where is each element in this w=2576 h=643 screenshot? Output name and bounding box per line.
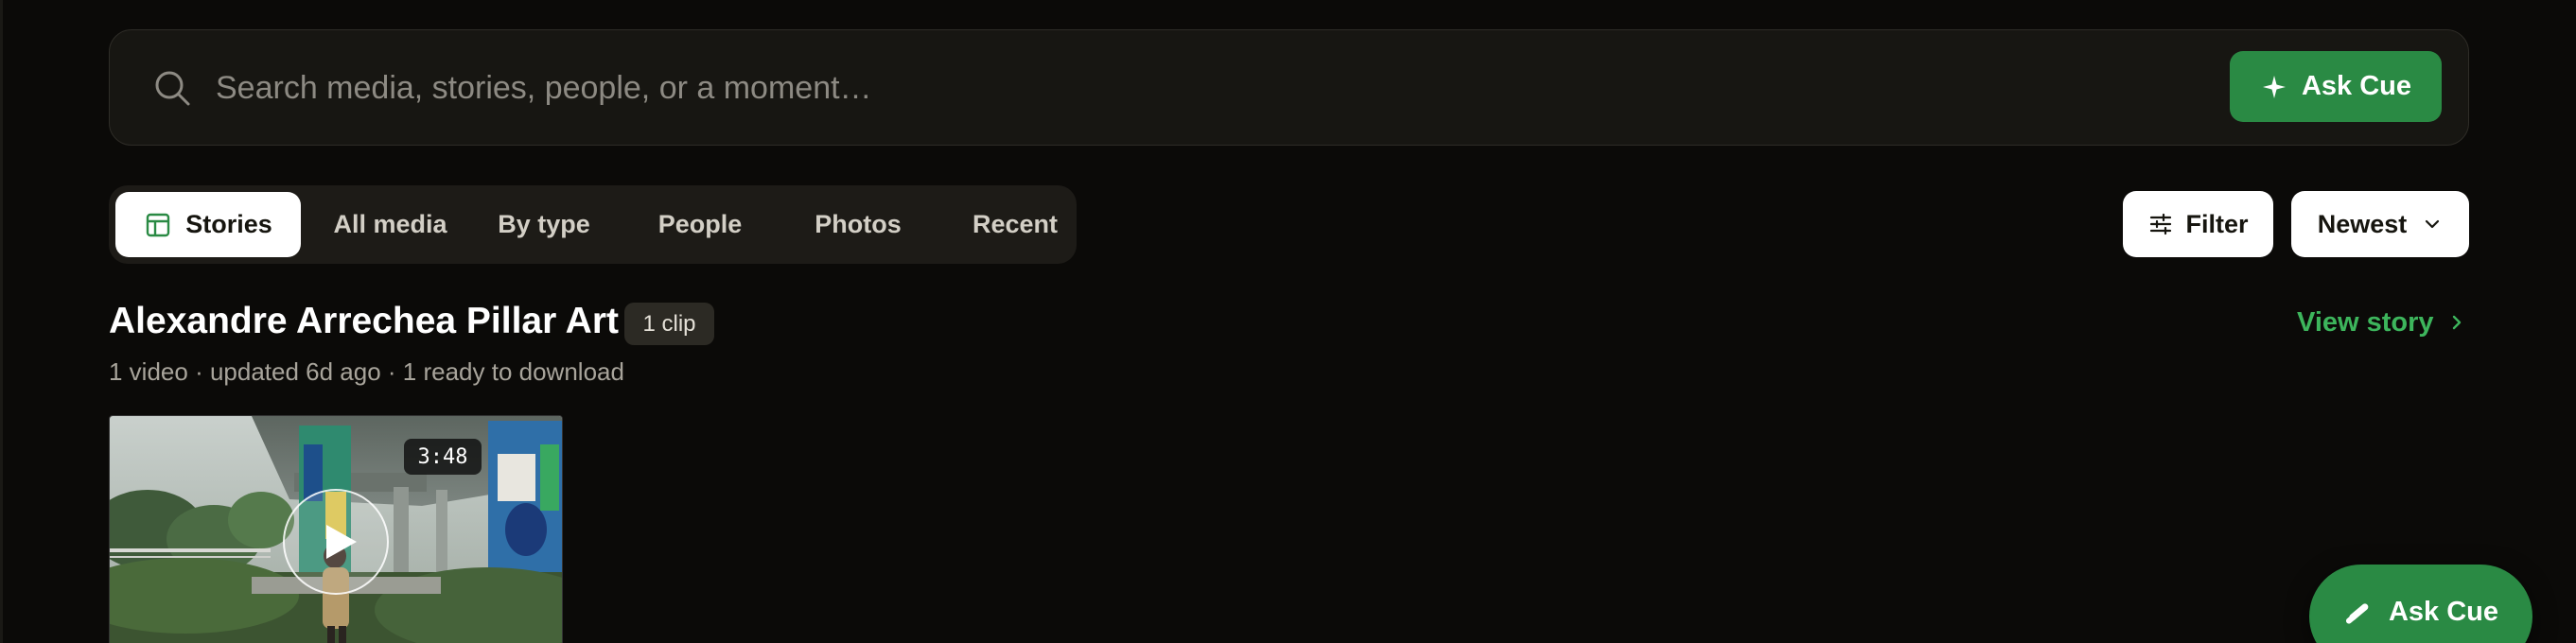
ask-cue-label: Ask Cue bbox=[2301, 71, 2412, 101]
chevron-down-icon bbox=[2426, 219, 2440, 229]
filter-button[interactable]: Filter bbox=[2123, 191, 2273, 257]
tab-label: Photos bbox=[815, 210, 902, 238]
left-edge-divider bbox=[0, 0, 3, 643]
search-bar: Ask Cue bbox=[109, 29, 2469, 146]
tab-recent[interactable]: Recent bbox=[954, 192, 1077, 257]
tab-label: By type bbox=[498, 210, 590, 238]
view-story-label: View story bbox=[2297, 306, 2434, 338]
clip-count-badge: 1 clip bbox=[624, 303, 714, 345]
story-title: Alexandre Arrechea Pillar Art bbox=[109, 301, 620, 341]
magic-wand-icon bbox=[2345, 603, 2369, 624]
duration-badge: 3:48 bbox=[404, 439, 482, 475]
ask-cue-button[interactable]: Ask Cue bbox=[2230, 51, 2442, 122]
sort-label: Newest bbox=[2317, 209, 2408, 238]
sort-select[interactable]: Newest bbox=[2291, 191, 2469, 257]
view-story-link[interactable]: View story bbox=[2297, 304, 2469, 341]
sliders-icon bbox=[2150, 213, 2172, 235]
play-button[interactable] bbox=[283, 489, 389, 595]
search-icon bbox=[155, 71, 190, 106]
tab-label: Stories bbox=[185, 210, 272, 238]
tab-stories[interactable]: Stories bbox=[115, 192, 301, 257]
search-input[interactable] bbox=[216, 57, 2108, 119]
tab-label: People bbox=[657, 210, 743, 238]
tab-label: All media bbox=[333, 210, 447, 238]
story-meta: 1 video · updated 6d ago · 1 ready to do… bbox=[109, 357, 624, 386]
media-library-page: Ask Cue Stories All media By type People… bbox=[0, 0, 2576, 643]
sparkle-icon bbox=[2262, 75, 2286, 98]
tab-people[interactable]: People bbox=[639, 192, 762, 257]
fab-label: Ask Cue bbox=[2388, 597, 2499, 627]
video-thumbnail[interactable]: 3:48 bbox=[109, 415, 563, 643]
tab-photos[interactable]: Photos bbox=[797, 192, 920, 257]
tab-label: Recent bbox=[972, 210, 1059, 238]
tab-by-type[interactable]: By type bbox=[478, 192, 610, 257]
tab-all-media[interactable]: All media bbox=[317, 192, 464, 257]
play-icon bbox=[326, 525, 357, 559]
view-tabs: Stories All media By type People Photos … bbox=[109, 185, 1077, 264]
filter-label: Filter bbox=[2185, 209, 2249, 238]
ask-cue-floating-button[interactable]: Ask Cue bbox=[2309, 565, 2532, 643]
layout-icon bbox=[147, 213, 170, 236]
chevron-right-icon bbox=[2452, 315, 2461, 330]
